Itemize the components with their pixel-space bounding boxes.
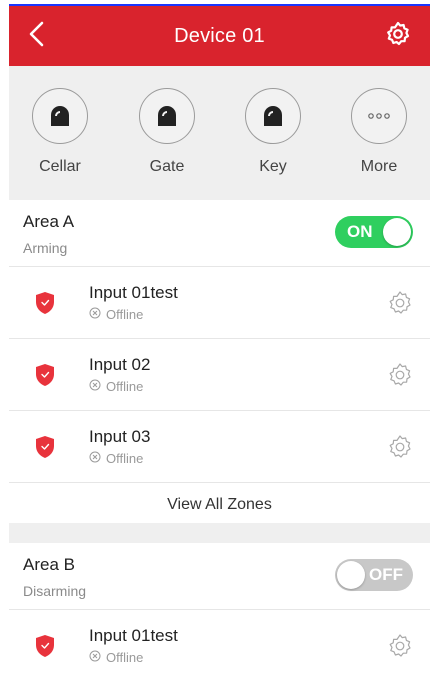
area-name: Area B (23, 555, 75, 574)
shield-icon (35, 435, 55, 459)
toggle-label: ON (347, 222, 373, 241)
area-separator (9, 523, 430, 543)
area-state: Arming (23, 240, 68, 256)
offline-icon (89, 650, 101, 665)
shortcut-key[interactable]: Key (233, 88, 313, 176)
zone-settings-icon[interactable] (387, 434, 413, 460)
shortcut-more[interactable]: More (339, 88, 419, 176)
zone-status-text: Offline (106, 379, 144, 394)
zone-status: Offline (89, 307, 143, 322)
siren-icon (245, 88, 301, 144)
toggle-label: OFF (369, 565, 403, 584)
page-title: Device 01 (174, 24, 265, 47)
zone-settings-icon[interactable] (387, 633, 413, 659)
area-header: Area A Arming ON (9, 200, 430, 267)
view-all-zones-link[interactable]: View All Zones (9, 483, 430, 527)
shortcut-label: Cellar (39, 158, 81, 175)
zone-status: Offline (89, 451, 143, 466)
zone-settings-icon[interactable] (387, 290, 413, 316)
toggle-knob (383, 218, 411, 246)
arming-toggle[interactable]: OFF (335, 559, 413, 591)
area-state: Disarming (23, 583, 87, 599)
zone-status-text: Offline (106, 650, 144, 665)
zone-status-text: Offline (106, 307, 144, 322)
shield-icon (35, 291, 55, 315)
zone-row[interactable]: Input 01test Offline (9, 610, 430, 673)
offline-icon (89, 379, 101, 394)
shortcut-label: Gate (149, 158, 185, 175)
area-name: Area A (23, 212, 75, 231)
zone-status: Offline (89, 379, 143, 394)
zone-row[interactable]: Input 02 Offline (9, 339, 430, 411)
area-card-b: Area B Disarming OFF Input 01test Offlin… (9, 543, 430, 673)
app-screen: Device 01 Cellar Gate Key More Area A Ar… (9, 0, 430, 673)
toggle-knob (337, 561, 365, 589)
zone-settings-icon[interactable] (387, 362, 413, 388)
zone-row[interactable]: Input 01test Offline (9, 267, 430, 339)
zone-name: Input 01test (89, 626, 178, 645)
shortcut-bar: Cellar Gate Key More (9, 66, 430, 200)
siren-icon (32, 88, 88, 144)
area-header: Area B Disarming OFF (9, 543, 430, 610)
arming-toggle[interactable]: ON (335, 216, 413, 248)
shortcut-label: More (360, 158, 398, 175)
shortcut-gate[interactable]: Gate (127, 88, 207, 176)
zone-row[interactable]: Input 03 Offline (9, 411, 430, 483)
zone-status: Offline (89, 650, 143, 665)
app-header: Device 01 (9, 6, 430, 66)
offline-icon (89, 307, 101, 322)
shield-icon (35, 634, 55, 658)
shield-icon (35, 363, 55, 387)
more-dots-icon (351, 88, 407, 144)
offline-icon (89, 451, 101, 466)
area-card-a: Area A Arming ON Input 01test Offline In… (9, 200, 430, 527)
gear-icon (385, 21, 411, 52)
zone-name: Input 03 (89, 427, 151, 446)
shortcut-label: Key (259, 158, 287, 175)
zone-status-text: Offline (106, 451, 144, 466)
siren-icon (139, 88, 195, 144)
settings-button[interactable] (384, 21, 412, 52)
zone-name: Input 02 (89, 355, 151, 374)
zone-name: Input 01test (89, 283, 178, 302)
shortcut-cellar[interactable]: Cellar (20, 88, 100, 176)
